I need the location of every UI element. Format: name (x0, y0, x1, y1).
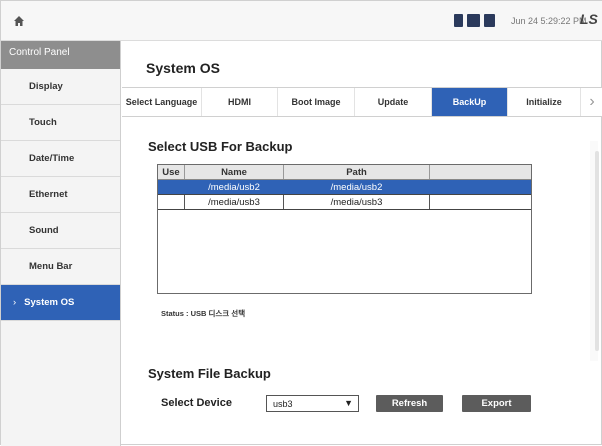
use-cell[interactable] (158, 180, 185, 194)
tab-initialize[interactable]: Initialize (508, 88, 581, 116)
chevron-right-icon: › (13, 297, 17, 308)
status-icons (454, 14, 495, 27)
column-header-use: Use (158, 165, 185, 179)
dropdown-caret-icon: ▼ (344, 398, 353, 408)
path-cell: /media/usb3 (284, 195, 430, 209)
name-cell: /media/usb3 (185, 195, 284, 209)
name-cell: /media/usb2 (185, 180, 284, 194)
status-icon-2 (467, 14, 480, 27)
export-button[interactable]: Export (462, 395, 531, 412)
sidebar-item-label: Date/Time (29, 153, 75, 164)
select-device-label: Select Device (161, 397, 232, 409)
device-select-value: usb3 (273, 399, 293, 409)
tab-hdmi[interactable]: HDMI (202, 88, 278, 116)
sidebar-item-label: Sound (29, 225, 59, 236)
sidebar: Control Panel Display Touch Date/Time Et… (1, 41, 121, 446)
usb-table: Use Name Path /media/usb2 /media/usb2 /m… (157, 164, 532, 294)
tab-select-language[interactable]: Select Language (122, 88, 202, 116)
sidebar-item-menu-bar[interactable]: Menu Bar (1, 249, 120, 285)
sidebar-item-label: Display (29, 81, 63, 92)
sidebar-item-sound[interactable]: Sound (1, 213, 120, 249)
sidebar-item-label: Touch (29, 117, 57, 128)
clock: Jun 24 5:29:22 PM (511, 16, 587, 26)
usb-section-title: Select USB For Backup (148, 139, 293, 154)
device-select[interactable]: usb3 ▼ (266, 395, 359, 412)
refresh-button[interactable]: Refresh (376, 395, 443, 412)
sidebar-item-touch[interactable]: Touch (1, 105, 120, 141)
status-text: Status : USB 디스크 선택 (161, 309, 246, 318)
page-title: System OS (146, 60, 220, 76)
sidebar-item-system-os[interactable]: › System OS (1, 285, 120, 321)
tab-boot-image[interactable]: Boot Image (278, 88, 355, 116)
app-window: Jun 24 5:29:22 PM LS Control Panel Displ… (0, 0, 602, 446)
brand-logo: LS (580, 11, 598, 27)
table-row[interactable]: /media/usb2 /media/usb2 (158, 180, 531, 195)
sidebar-header: Control Panel (1, 41, 120, 69)
tab-update[interactable]: Update (355, 88, 432, 116)
top-bar: Jun 24 5:29:22 PM LS (1, 1, 602, 41)
table-header: Use Name Path (158, 165, 531, 180)
sidebar-item-label: System OS (24, 297, 75, 308)
status-icon-3 (484, 14, 495, 27)
scrollbar-thumb[interactable] (595, 151, 599, 351)
column-header-path: Path (284, 165, 430, 179)
sidebar-item-label: Ethernet (29, 189, 68, 200)
sidebar-item-datetime[interactable]: Date/Time (1, 141, 120, 177)
sidebar-item-display[interactable]: Display (1, 69, 120, 105)
tab-scroll-right-icon[interactable]: › (581, 88, 602, 116)
backup-section-title: System File Backup (148, 366, 271, 381)
table-row[interactable]: /media/usb3 /media/usb3 (158, 195, 531, 210)
status-icon-1 (454, 14, 463, 27)
home-icon[interactable] (11, 13, 27, 29)
use-cell[interactable] (158, 195, 185, 209)
sidebar-item-ethernet[interactable]: Ethernet (1, 177, 120, 213)
sidebar-item-label: Menu Bar (29, 261, 73, 272)
tab-backup[interactable]: BackUp (432, 88, 508, 116)
path-cell: /media/usb2 (284, 180, 430, 194)
column-header-name: Name (185, 165, 284, 179)
tab-bar: Select Language HDMI Boot Image Update B… (122, 87, 602, 117)
